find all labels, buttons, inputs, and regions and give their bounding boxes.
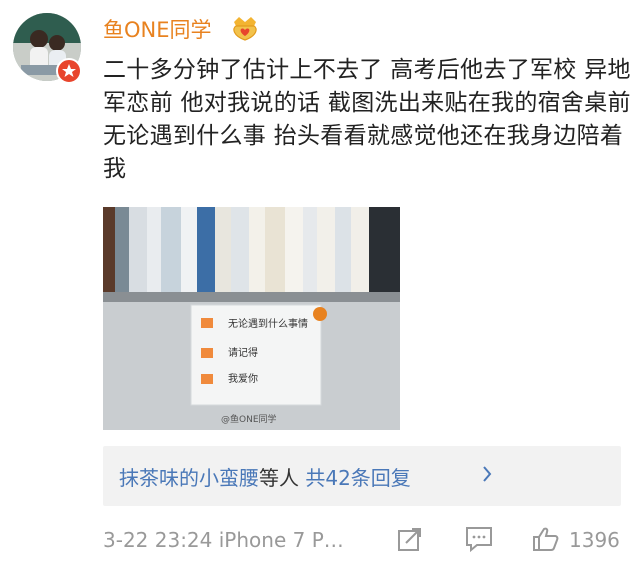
chat-message-1: 无论遇到什么事情: [228, 317, 308, 330]
chat-message-2: 请记得: [228, 346, 258, 359]
thumbs-up-icon[interactable]: [532, 526, 560, 556]
comment-icon[interactable]: [465, 526, 493, 556]
chat-message-3: 我爱你: [228, 372, 258, 385]
photo-watermark: @鱼ONE同学: [221, 413, 277, 425]
author-name[interactable]: 鱼ONE同学: [103, 14, 212, 44]
replies-preview[interactable]: 抹茶味的小蛮腰等人 共42条回复: [103, 446, 621, 506]
post-timestamp: 3-22 23:24 iPhone 7 P…: [103, 528, 344, 552]
reply-count[interactable]: 共42条回复: [305, 466, 410, 490]
chevron-right-icon[interactable]: [482, 465, 492, 487]
post-footer: 3-22 23:24 iPhone 7 P… 1396: [0, 520, 641, 560]
post-photo[interactable]: 无论遇到什么事情 请记得 我爱你 @鱼ONE同学: [103, 207, 400, 430]
post-text: 二十多分钟了估计上不去了 高考后他去了军校 异地军恋前 他对我说的话 截图洗出来…: [103, 57, 631, 182]
crown-heart-icon: [230, 14, 260, 41]
reply-suffix: 等人: [259, 466, 299, 490]
share-icon[interactable]: [397, 526, 423, 556]
photo-bookshelf: 无论遇到什么事情 请记得 我爱你 @鱼ONE同学: [103, 207, 400, 430]
reply-users[interactable]: 抹茶味的小蛮腰: [119, 466, 259, 490]
like-count: 1396: [569, 528, 620, 552]
red-star-badge-icon: [56, 58, 82, 84]
replies-summary[interactable]: 抹茶味的小蛮腰等人 共42条回复: [119, 462, 411, 491]
